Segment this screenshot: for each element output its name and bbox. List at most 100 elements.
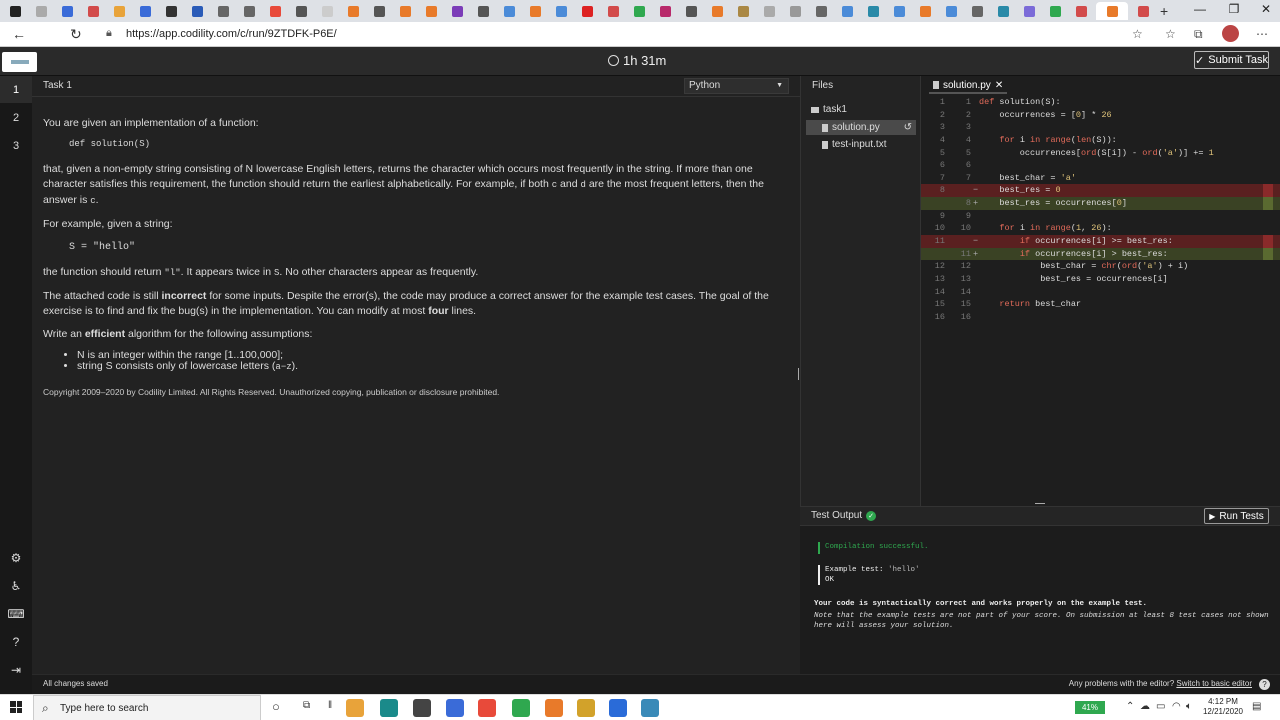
volume-icon[interactable]: 🔈︎ bbox=[1186, 701, 1192, 712]
browser-tab[interactable] bbox=[602, 2, 624, 20]
help-icon[interactable]: ? bbox=[9, 635, 23, 649]
reload-icon[interactable]: ↻ bbox=[70, 26, 82, 43]
profile-avatar[interactable] bbox=[1222, 25, 1239, 42]
browser-tab[interactable] bbox=[862, 2, 884, 20]
language-select[interactable]: Python ▼ bbox=[684, 78, 789, 94]
browser-tab[interactable] bbox=[212, 2, 234, 20]
code-line[interactable]: 2 2 occurrences = [0] * 26 bbox=[921, 109, 1280, 122]
back-arrow-icon[interactable]: ← bbox=[12, 26, 26, 42]
browser-tab[interactable] bbox=[1044, 2, 1066, 20]
browser-tab[interactable] bbox=[316, 2, 338, 20]
accessibility-icon[interactable]: ♿︎ bbox=[9, 579, 23, 593]
browser-tab[interactable] bbox=[680, 2, 702, 20]
cortana-icon[interactable]: ○ bbox=[272, 699, 280, 714]
browser-tab[interactable] bbox=[628, 2, 650, 20]
submit-task-button[interactable]: ✓ Submit Task bbox=[1194, 51, 1269, 69]
browser-tab[interactable] bbox=[82, 2, 104, 20]
keyboard-icon[interactable]: ⌨ bbox=[7, 607, 24, 621]
taskbar-app-icon[interactable] bbox=[346, 699, 364, 717]
browser-tab[interactable] bbox=[940, 2, 962, 20]
taskbar-app-icon[interactable] bbox=[478, 699, 496, 717]
browser-tab[interactable] bbox=[108, 2, 130, 20]
close-tab-icon[interactable]: ✕ bbox=[995, 80, 1003, 91]
code-line[interactable]: 7 7 best_char = 'a' bbox=[921, 172, 1280, 185]
code-line[interactable]: 16 16 bbox=[921, 311, 1280, 324]
url-field[interactable]: https://app.codility.com/c/run/9ZTDFK-P6… bbox=[126, 28, 337, 40]
browser-tab[interactable] bbox=[1018, 2, 1040, 20]
code-line[interactable]: 66 bbox=[921, 159, 1280, 172]
browser-tab[interactable] bbox=[1070, 2, 1092, 20]
browser-tab[interactable] bbox=[394, 2, 416, 20]
favorites-bar-icon[interactable]: ☆ bbox=[1165, 27, 1176, 41]
code-line[interactable]: 13 13 best_res = occurrences[i] bbox=[921, 273, 1280, 286]
more-menu-icon[interactable]: ⋯ bbox=[1256, 27, 1268, 41]
taskbar-app-icon[interactable] bbox=[609, 699, 627, 717]
editor-tab-solution[interactable]: solution.py ✕ bbox=[929, 78, 1008, 94]
code-line-removed[interactable]: 8 − best_res = 0 bbox=[921, 184, 1280, 198]
code-line-added[interactable]: 11 + if occurrences[i] > best_res: bbox=[921, 247, 1280, 261]
browser-tab[interactable] bbox=[472, 2, 494, 20]
taskbar-app-icon[interactable] bbox=[641, 699, 659, 717]
logout-icon[interactable]: ⇥ bbox=[9, 663, 23, 677]
browser-tab[interactable] bbox=[550, 2, 572, 20]
wifi-icon[interactable]: ◠ bbox=[1172, 701, 1181, 712]
taskbar-app-icon[interactable] bbox=[545, 699, 563, 717]
code-line[interactable]: 33 bbox=[921, 121, 1280, 134]
folder-task1[interactable]: task1 bbox=[811, 102, 847, 117]
code-line[interactable]: 12 12 best_char = chr(ord('a') + i) bbox=[921, 260, 1280, 273]
windows-start-icon[interactable] bbox=[10, 701, 22, 713]
browser-tab[interactable] bbox=[342, 2, 364, 20]
code-line[interactable]: 4 4 for i in range(len(S)): bbox=[921, 134, 1280, 147]
browser-tab[interactable] bbox=[498, 2, 520, 20]
file-test-input[interactable]: test-input.txt bbox=[822, 137, 886, 152]
browser-tab[interactable] bbox=[160, 2, 182, 20]
code-line[interactable]: 5 5 occurrences[ord(S[i]) - ord('a')] += … bbox=[921, 147, 1280, 160]
browser-tab[interactable] bbox=[56, 2, 78, 20]
code-line[interactable]: 99 bbox=[921, 210, 1280, 223]
close-window-button[interactable]: ✕ bbox=[1246, 2, 1280, 16]
task-view-icon[interactable]: ⧉ bbox=[303, 700, 310, 711]
taskbar-clock[interactable]: 4:12 PM 12/21/2020 bbox=[1198, 697, 1248, 717]
rail-task-1[interactable]: 1 bbox=[0, 76, 32, 103]
browser-tab[interactable] bbox=[914, 2, 936, 20]
browser-tab[interactable] bbox=[238, 2, 260, 20]
browser-tab[interactable] bbox=[888, 2, 910, 20]
browser-tab[interactable] bbox=[420, 2, 442, 20]
switch-editor-link[interactable]: Switch to basic editor bbox=[1176, 679, 1252, 688]
browser-tab[interactable] bbox=[706, 2, 728, 20]
browser-tab[interactable] bbox=[264, 2, 286, 20]
taskbar-app-icon[interactable] bbox=[446, 699, 464, 717]
browser-tab[interactable] bbox=[732, 2, 754, 20]
browser-tab[interactable] bbox=[836, 2, 858, 20]
browser-tab[interactable] bbox=[784, 2, 806, 20]
onedrive-icon[interactable]: ☁ bbox=[1140, 701, 1150, 712]
collections-icon[interactable]: ⧉ bbox=[1194, 27, 1203, 42]
browser-tab[interactable] bbox=[446, 2, 468, 20]
code-line[interactable]: 14 14 bbox=[921, 286, 1280, 299]
code-line-removed[interactable]: 11 − if occurrences[i] >= best_res: bbox=[921, 235, 1280, 248]
browser-tab[interactable] bbox=[290, 2, 312, 20]
tray-expand-icon[interactable]: ⌃ bbox=[1126, 701, 1134, 712]
rail-task-2[interactable]: 2 bbox=[0, 104, 32, 131]
help-icon[interactable]: ? bbox=[1259, 679, 1270, 690]
taskbar-search-box[interactable]: ⌕ Type here to search bbox=[33, 695, 261, 720]
file-solution[interactable]: solution.py ↺ bbox=[806, 120, 916, 135]
browser-tab[interactable] bbox=[1096, 2, 1128, 20]
taskbar-app-icon[interactable] bbox=[577, 699, 595, 717]
favorite-star-icon[interactable]: ☆ bbox=[1132, 27, 1143, 41]
browser-tab[interactable] bbox=[758, 2, 780, 20]
browser-tab[interactable] bbox=[368, 2, 390, 20]
history-icon[interactable]: ↺ bbox=[904, 122, 912, 133]
run-tests-button[interactable]: ▶ Run Tests bbox=[1204, 508, 1269, 524]
notifications-icon[interactable]: ▤ bbox=[1252, 701, 1261, 712]
browser-tab[interactable] bbox=[134, 2, 156, 20]
battery-icon[interactable]: ▭ bbox=[1156, 701, 1165, 712]
browser-tab[interactable] bbox=[524, 2, 546, 20]
browser-tab[interactable] bbox=[810, 2, 832, 20]
browser-tab[interactable] bbox=[30, 2, 52, 20]
browser-tab[interactable] bbox=[576, 2, 598, 20]
browser-tab[interactable] bbox=[1132, 2, 1154, 20]
battery-indicator[interactable]: 41% bbox=[1075, 701, 1105, 714]
diff-code-view[interactable]: 1 1 def solution(S): 2 2 occurrences = [0] *… bbox=[921, 96, 1280, 324]
rail-task-3[interactable]: 3 bbox=[0, 132, 32, 159]
